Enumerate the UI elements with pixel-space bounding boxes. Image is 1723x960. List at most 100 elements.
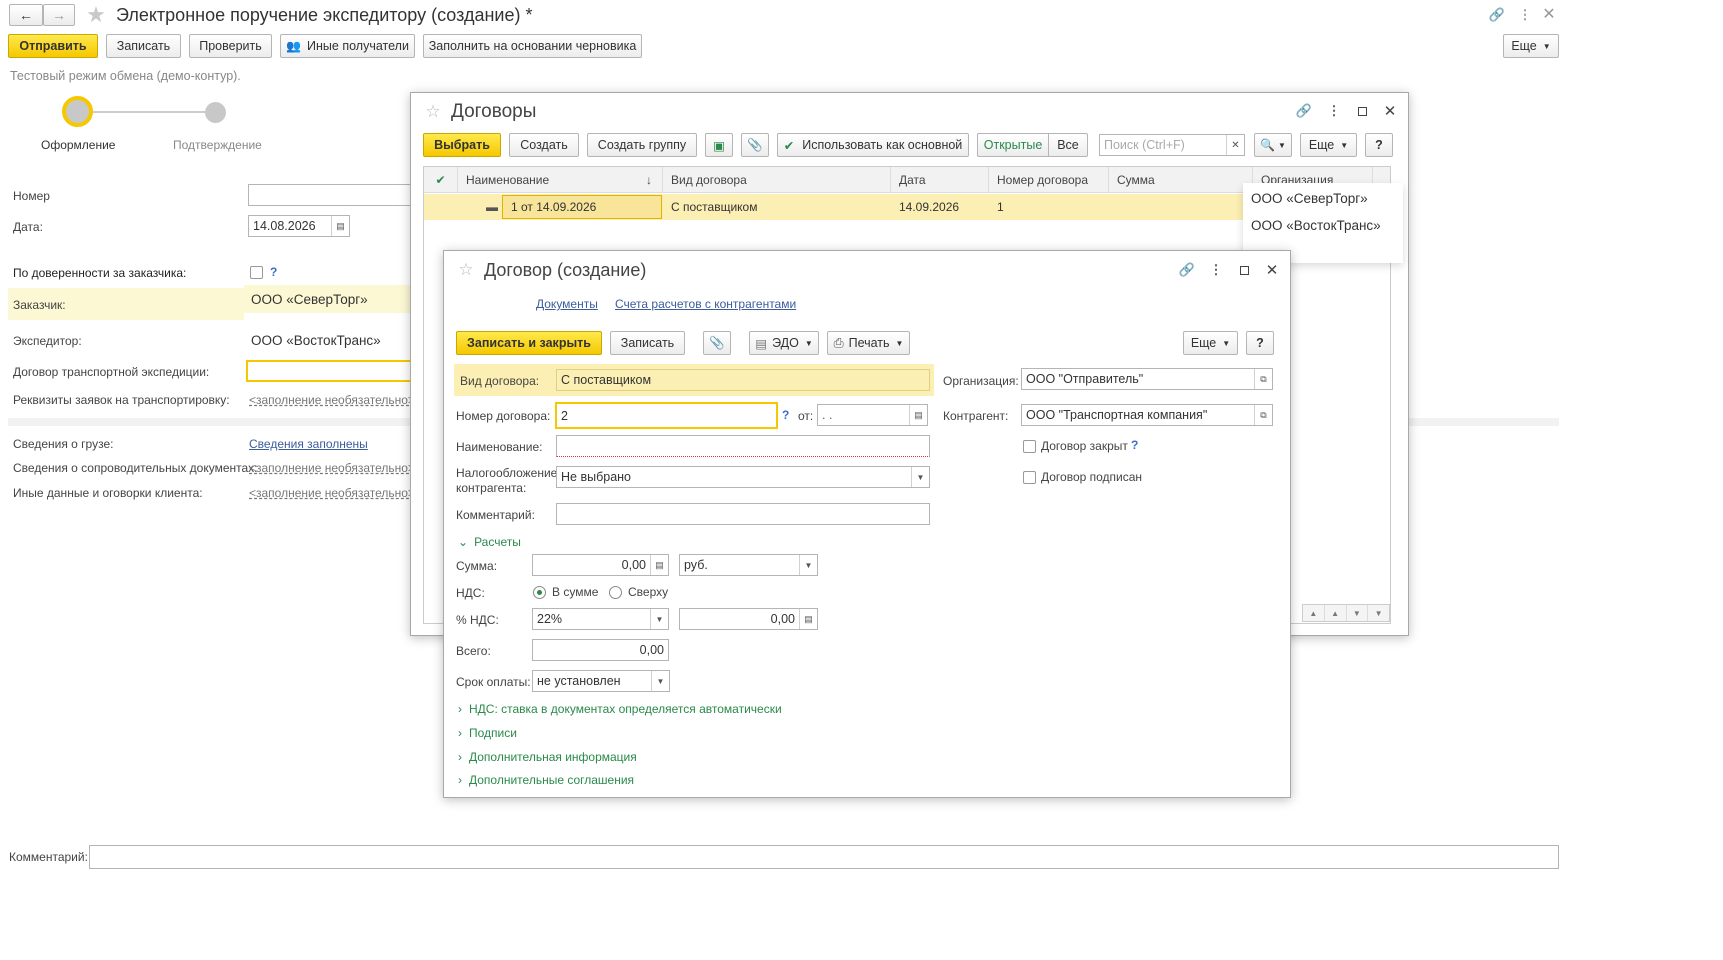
vat-in-radio[interactable]: [533, 586, 546, 599]
forwarder-value[interactable]: ООО «ВостокТранс»: [251, 333, 381, 348]
main-more-button[interactable]: Еще ▼: [1503, 34, 1559, 58]
contract-number-help-icon[interactable]: ?: [782, 408, 789, 422]
form-help-button[interactable]: ?: [1246, 331, 1274, 355]
accounts-link[interactable]: Счета расчетов с контрагентами: [615, 297, 796, 311]
date-input[interactable]: 14.08.2026 ▤: [248, 215, 350, 237]
number-input[interactable]: [248, 184, 418, 206]
calculator-icon[interactable]: ▤: [650, 555, 668, 575]
form-close-icon[interactable]: ✕: [1263, 260, 1281, 280]
contract-input[interactable]: [246, 360, 412, 382]
contract-number-input[interactable]: 2: [555, 402, 778, 429]
form-more-vert-icon[interactable]: ⋮: [1209, 261, 1223, 279]
fill-from-draft-button[interactable]: Заполнить на основании черновика: [423, 34, 642, 58]
dropdown-item[interactable]: ООО «СеверТорг»: [1251, 191, 1368, 206]
header-sum[interactable]: Сумма: [1109, 167, 1253, 193]
select-button[interactable]: Выбрать: [423, 133, 501, 157]
send-button[interactable]: Отправить: [8, 34, 98, 58]
open-icon[interactable]: ⧉: [1254, 405, 1272, 425]
documents-link[interactable]: Документы: [536, 297, 598, 311]
form-save-button[interactable]: Записать: [610, 331, 685, 355]
accompanying-link[interactable]: <заполнение необязательно>: [249, 461, 415, 475]
other-recipients-button[interactable]: 👥 Иные получатели: [280, 34, 415, 58]
name-input[interactable]: [556, 435, 930, 457]
contract-type-input[interactable]: С поставщиком: [556, 369, 930, 391]
print-button[interactable]: ⎙ Печать ▼: [827, 331, 910, 355]
contracts-more-button[interactable]: Еще ▼: [1300, 133, 1357, 157]
save-close-button[interactable]: Записать и закрыть: [456, 331, 602, 355]
chevron-down-icon[interactable]: ▼: [651, 671, 669, 691]
use-as-main-button[interactable]: ✔ Использовать как основной: [777, 133, 969, 157]
more-vert-icon[interactable]: ⋮: [1518, 6, 1532, 24]
calculator-icon[interactable]: ▤: [799, 609, 817, 629]
close-icon[interactable]: ✕: [1540, 5, 1558, 23]
cargo-link[interactable]: Сведения заполнены: [249, 437, 368, 451]
vat-amount-input[interactable]: 0,00 ▤: [679, 608, 818, 630]
search-button[interactable]: 🔍 ▼: [1254, 133, 1292, 157]
payment-term-select[interactable]: не установлен ▼: [532, 670, 670, 692]
create-group-button[interactable]: Создать группу: [587, 133, 697, 157]
export-button[interactable]: ▣: [705, 133, 733, 157]
all-filter-button[interactable]: Все: [1048, 133, 1088, 157]
contracts-help-button[interactable]: ?: [1365, 133, 1393, 157]
total-input[interactable]: 0,00: [532, 639, 669, 661]
additional-info-section[interactable]: › Дополнительная информация: [458, 750, 637, 764]
scroll-top-icon[interactable]: ▲: [1303, 605, 1325, 621]
currency-select[interactable]: руб. ▼: [679, 554, 818, 576]
nav-back-button[interactable]: ←: [9, 4, 43, 26]
sum-input[interactable]: 0,00 ▤: [532, 554, 669, 576]
create-button[interactable]: Создать: [509, 133, 579, 157]
header-date[interactable]: Дата: [891, 167, 989, 193]
scroll-bottom-icon[interactable]: ▼: [1368, 605, 1389, 621]
comment-input[interactable]: [89, 845, 1559, 869]
form-link-icon[interactable]: 🔗: [1178, 261, 1196, 279]
proxy-help-icon[interactable]: ?: [270, 265, 277, 279]
organization-input[interactable]: ООО "Отправитель" ⧉: [1021, 368, 1273, 390]
other-data-link[interactable]: <заполнение необязательно>: [249, 486, 415, 500]
scroll-up-icon[interactable]: ▲: [1325, 605, 1347, 621]
row-name-cell[interactable]: 1 от 14.09.2026: [502, 195, 662, 219]
contracts-close-icon[interactable]: ✕: [1381, 101, 1399, 121]
save-button[interactable]: Записать: [106, 34, 181, 58]
contracts-more-vert-icon[interactable]: ⋮: [1327, 102, 1341, 120]
requisites-link[interactable]: <заполнение необязательно>: [249, 393, 415, 407]
signatures-section[interactable]: › Подписи: [458, 726, 517, 740]
contract-date-input[interactable]: . . ▤: [817, 404, 928, 426]
search-input[interactable]: Поиск (Ctrl+F) ✕: [1099, 134, 1245, 156]
vat-rate-select[interactable]: 22% ▼: [532, 608, 669, 630]
calc-section-header[interactable]: ⌄ Расчеты: [458, 535, 521, 549]
form-more-button[interactable]: Еще ▼: [1183, 331, 1238, 355]
chevron-down-icon[interactable]: ▼: [799, 555, 817, 575]
calendar-icon[interactable]: ▤: [909, 405, 927, 425]
chevron-down-icon[interactable]: ▼: [911, 467, 929, 487]
form-attach-button[interactable]: 📎: [703, 331, 731, 355]
scroll-down-icon[interactable]: ▼: [1347, 605, 1369, 621]
vat-top-radio[interactable]: [609, 586, 622, 599]
taxation-select[interactable]: Не выбрано ▼: [556, 466, 930, 488]
open-icon[interactable]: ⧉: [1254, 369, 1272, 389]
closed-checkbox[interactable]: [1023, 440, 1036, 453]
attach-button[interactable]: 📎: [741, 133, 769, 157]
chevron-down-icon[interactable]: ▼: [650, 609, 668, 629]
open-filter-button[interactable]: Открытые: [977, 133, 1049, 157]
vat-auto-section[interactable]: › НДС: ставка в документах определяется а…: [458, 702, 782, 716]
clear-search-icon[interactable]: ✕: [1226, 135, 1244, 155]
edo-button[interactable]: ▤ ЭДО ▼: [749, 331, 819, 355]
nav-forward-button[interactable]: →: [43, 4, 75, 26]
additional-agreements-section[interactable]: › Дополнительные соглашения: [458, 773, 634, 787]
header-type[interactable]: Вид договора: [663, 167, 891, 193]
signed-checkbox[interactable]: [1023, 471, 1036, 484]
header-name[interactable]: Наименование ↓: [458, 167, 663, 193]
dropdown-item[interactable]: ООО «ВостокТранс»: [1251, 218, 1381, 233]
proxy-checkbox[interactable]: [250, 266, 263, 279]
favorite-star-icon[interactable]: ★: [84, 2, 108, 27]
check-button[interactable]: Проверить: [189, 34, 272, 58]
closed-help-icon[interactable]: ?: [1131, 438, 1138, 452]
header-number[interactable]: Номер договора: [989, 167, 1109, 193]
form-comment-input[interactable]: [556, 503, 930, 525]
form-maximize-icon[interactable]: [1236, 261, 1252, 279]
contracts-maximize-icon[interactable]: [1354, 102, 1370, 120]
link-icon[interactable]: 🔗: [1488, 6, 1506, 24]
form-star-icon[interactable]: ☆: [456, 259, 476, 281]
calendar-icon[interactable]: ▤: [331, 216, 349, 236]
contracts-link-icon[interactable]: 🔗: [1295, 102, 1313, 120]
